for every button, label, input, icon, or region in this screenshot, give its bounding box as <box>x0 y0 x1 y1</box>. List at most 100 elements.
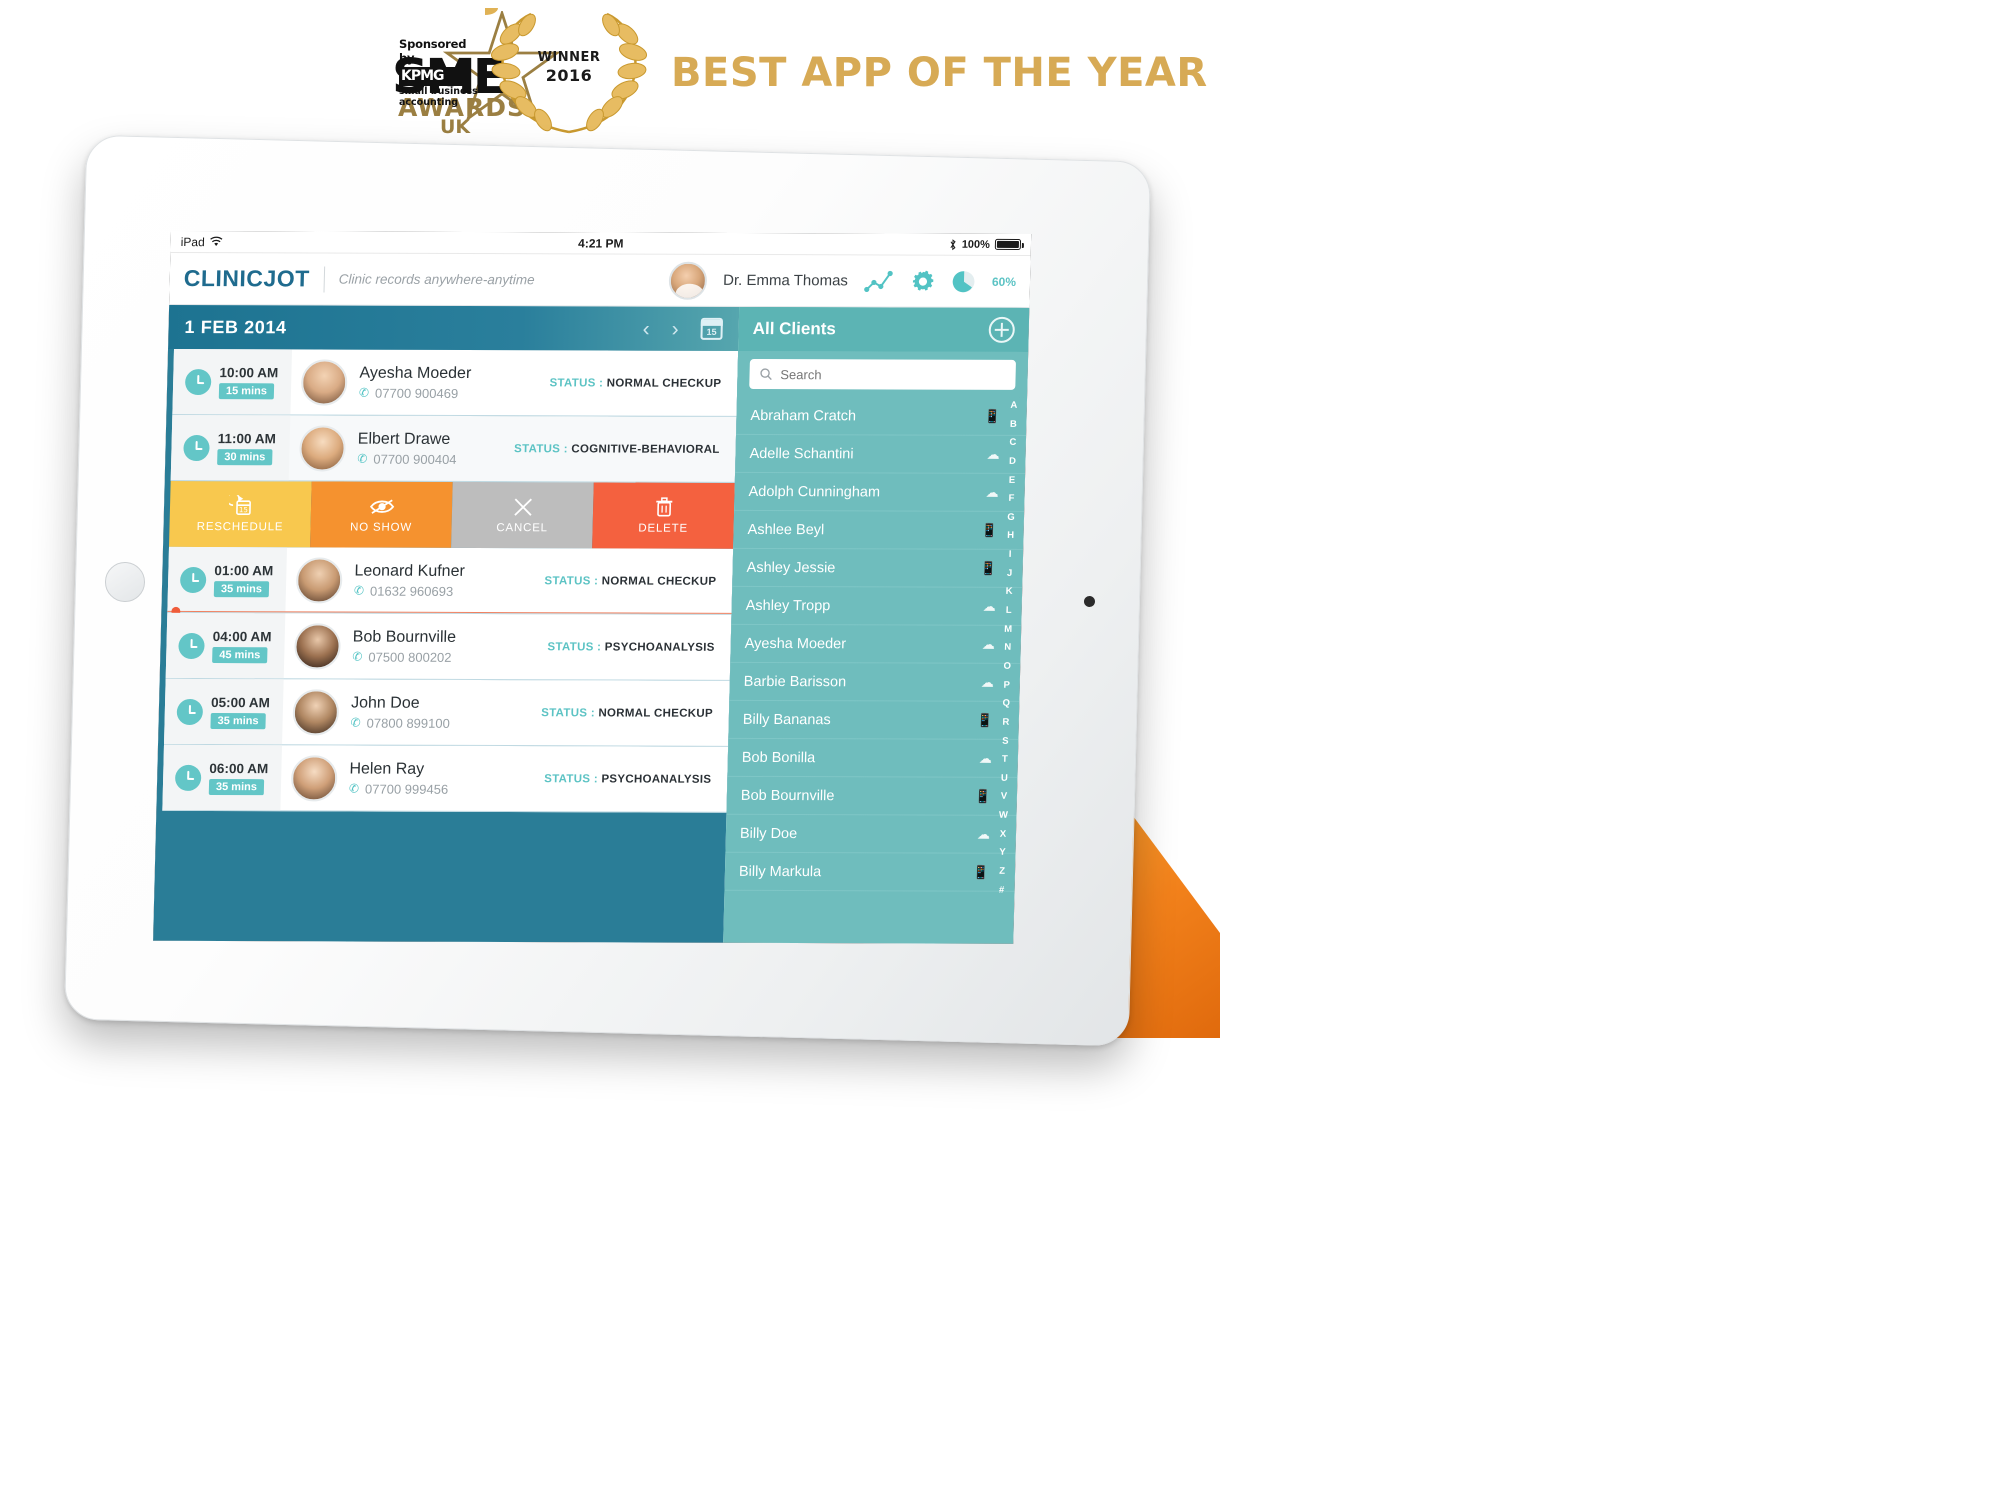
list-item[interactable]: Billy Doe ☁ <box>725 814 1017 854</box>
prev-day-button[interactable]: ‹ <box>642 317 650 340</box>
status-label: STATUS : <box>544 574 599 587</box>
alphabet-index-letter[interactable]: A <box>1010 400 1017 411</box>
chart-icon[interactable] <box>864 269 895 293</box>
status-value: COGNITIVE-BEHAVIORAL <box>571 442 720 456</box>
clients-header: All Clients <box>738 306 1030 352</box>
list-item[interactable]: Ayesha Moeder ☁ <box>730 624 1022 664</box>
patient-info: Elbert Drawe ✆ 07700 900404 <box>357 430 457 466</box>
alphabet-index-letter[interactable]: X <box>1000 828 1007 839</box>
status-value: PSYCHOANALYSIS <box>604 640 715 654</box>
list-item[interactable]: Ashley Jessie 📱 <box>732 548 1024 588</box>
appointment-row[interactable]: 01:00 AM 35 mins Leonard Kufner ✆ 01632 … <box>167 546 734 616</box>
alphabet-index-letter[interactable]: O <box>1003 661 1011 672</box>
patient-phone[interactable]: ✆ 07500 800202 <box>352 649 456 664</box>
svg-text:15: 15 <box>238 506 247 514</box>
alphabet-index-letter[interactable]: F <box>1008 493 1014 504</box>
patient-phone[interactable]: ✆ 07700 900469 <box>359 385 471 400</box>
alphabet-index-letter[interactable]: # <box>999 884 1005 895</box>
appointment-list[interactable]: 10:00 AM 15 mins Ayesha Moeder ✆ 07700 9… <box>153 348 739 943</box>
kpmg-text: KPMG <box>401 68 445 84</box>
appointment-time-block: 10:00 AM 15 mins <box>172 348 293 415</box>
phone-icon: 📱 <box>974 788 992 804</box>
appointment-row[interactable]: 05:00 AM 35 mins John Doe ✆ 07800 899100 <box>163 678 730 747</box>
alphabet-index-letter[interactable]: P <box>1003 679 1010 690</box>
alphabet-index-letter[interactable]: R <box>1002 717 1009 728</box>
no-show-button[interactable]: NO SHOW <box>310 481 453 548</box>
alphabet-index-letter[interactable]: B <box>1010 419 1017 430</box>
patient-phone[interactable]: ✆ 01632 960693 <box>354 583 465 598</box>
list-item[interactable]: Adolph Cunningham ☁ <box>734 472 1026 512</box>
delete-button[interactable]: DELETE <box>592 482 735 549</box>
alphabet-index-letter[interactable]: T <box>1002 754 1008 765</box>
eye-slash-icon <box>368 496 395 518</box>
appointment-row[interactable]: 11:00 AM 30 mins Elbert Drawe ✆ 07700 90… <box>170 414 737 483</box>
list-item[interactable]: Ashlee Beyl 📱 <box>733 510 1025 550</box>
next-day-button[interactable]: › <box>671 317 679 340</box>
appointment-row[interactable]: 06:00 AM 35 mins Helen Ray ✆ 07700 99945… <box>162 744 729 813</box>
appointment-row[interactable]: 10:00 AM 15 mins Ayesha Moeder ✆ 07700 9… <box>172 348 739 417</box>
doctor-avatar[interactable] <box>668 261 708 300</box>
search-input[interactable] <box>780 366 1006 383</box>
appointment-duration: 45 mins <box>212 646 268 663</box>
patient-phone[interactable]: ✆ 07700 999456 <box>349 781 449 796</box>
list-item[interactable]: Ashley Tropp ☁ <box>731 586 1023 626</box>
alphabet-index-letter[interactable]: Z <box>999 866 1005 877</box>
list-item[interactable]: Barbie Barisson ☁ <box>729 662 1021 702</box>
alphabet-index-letter[interactable]: K <box>1006 586 1013 597</box>
phone-number: 01632 960693 <box>369 583 454 599</box>
alphabet-index-letter[interactable]: V <box>1001 791 1008 802</box>
kpmg-subtitle: small business accounting <box>399 86 478 108</box>
alphabet-index-letter[interactable]: Q <box>1002 698 1010 709</box>
list-item[interactable]: Bob Bournville 📱 <box>726 776 1018 816</box>
add-client-button[interactable] <box>988 316 1016 343</box>
list-item[interactable]: Adelle Schantini ☁ <box>735 434 1027 474</box>
list-item[interactable]: Bob Bonilla ☁ <box>727 738 1019 778</box>
status-label: STATUS : <box>547 640 602 653</box>
appointment-row[interactable]: 04:00 AM 45 mins Bob Bournville ✆ 07500 … <box>165 612 732 681</box>
alphabet-index-letter[interactable]: D <box>1009 456 1016 467</box>
clients-list[interactable]: Abraham Cratch 📱 Adelle Schantini ☁ Adolph… <box>724 396 1028 898</box>
capacity-percent: 60% <box>991 274 1017 289</box>
status-badge: STATUS : COGNITIVE-BEHAVIORAL <box>514 443 736 456</box>
list-item[interactable]: Abraham Cratch 📱 <box>736 396 1028 436</box>
alphabet-index-letter[interactable]: C <box>1009 437 1016 448</box>
alphabet-index-letter[interactable]: N <box>1004 642 1011 653</box>
gear-icon[interactable] <box>910 268 937 294</box>
alphabet-index-letter[interactable]: Y <box>999 847 1006 858</box>
patient-avatar <box>290 754 338 801</box>
status-value: NORMAL CHECKUP <box>601 574 717 588</box>
alphabet-index-letter[interactable]: J <box>1007 568 1013 579</box>
alphabet-index-letter[interactable]: G <box>1007 512 1015 523</box>
list-item[interactable]: Billy Markula 📱 <box>724 852 1016 892</box>
doctor-name[interactable]: Dr. Emma Thomas <box>723 272 848 289</box>
alphabet-index-letter[interactable]: I <box>1009 549 1012 560</box>
pie-icon[interactable] <box>952 269 977 293</box>
list-item[interactable]: Billy Bananas 📱 <box>728 700 1020 740</box>
patient-phone[interactable]: ✆ 07700 900404 <box>357 451 457 466</box>
search-box[interactable] <box>749 358 1017 390</box>
phone-number: 07700 999456 <box>364 781 449 797</box>
laurel-wreath-badge: WINNER 2016 <box>472 1 653 138</box>
patient-info: Bob Bournville ✆ 07500 800202 <box>352 628 456 664</box>
appointment-actions[interactable]: 15 RESCHEDULE NO SHOW CANCEL DELETE <box>169 480 735 549</box>
alphabet-index-letter[interactable]: H <box>1007 530 1014 541</box>
alphabet-index-letter[interactable]: W <box>999 810 1008 821</box>
alphabet-index-letter[interactable]: E <box>1009 474 1016 485</box>
appointment-time-block: 06:00 AM 35 mins <box>162 744 283 811</box>
reschedule-button[interactable]: 15 RESCHEDULE <box>169 480 312 548</box>
alphabet-index-letter[interactable]: M <box>1004 624 1012 635</box>
alphabet-index-letter[interactable]: L <box>1006 605 1012 616</box>
clients-panel: All Clients Abraham Cratc <box>723 306 1030 944</box>
status-badge: STATUS : NORMAL CHECKUP <box>549 377 737 390</box>
cancel-button[interactable]: CANCEL <box>451 481 594 549</box>
alphabet-index-letter[interactable]: S <box>1002 735 1009 746</box>
calendar-icon[interactable]: 15 <box>700 317 723 340</box>
alphabet-index-letter[interactable]: U <box>1001 773 1008 784</box>
app-logo: CLINICJOT <box>183 265 311 292</box>
patient-name: John Doe <box>350 694 420 712</box>
status-badge: STATUS : NORMAL CHECKUP <box>544 575 732 588</box>
client-name: Ashley Jessie <box>746 559 836 576</box>
cloud-icon: ☁ <box>985 484 999 500</box>
appointment-time-block: 01:00 AM 35 mins <box>167 546 288 613</box>
patient-phone[interactable]: ✆ 07800 899100 <box>350 715 450 730</box>
